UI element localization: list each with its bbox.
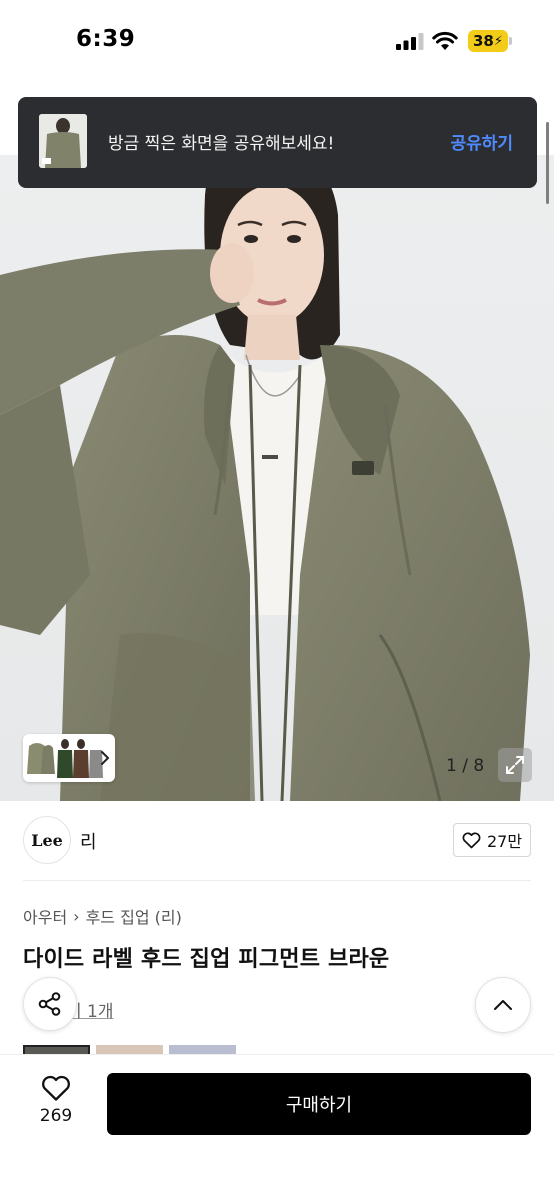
status-bar: 6:39 38 ⚡ bbox=[0, 0, 554, 92]
share-now-button[interactable]: 공유하기 bbox=[450, 129, 513, 154]
toast-message: 방금 찍은 화면을 공유해보세요! bbox=[108, 134, 335, 154]
battery-charging-icon: 38 ⚡ bbox=[468, 30, 508, 52]
color-variants-button[interactable] bbox=[23, 734, 115, 782]
heart-outline-icon bbox=[42, 1075, 70, 1101]
share-button[interactable] bbox=[23, 977, 77, 1031]
brand-like-button[interactable]: 27만 bbox=[453, 823, 531, 857]
share-toast: 방금 찍은 화면을 공유해보세요! 공유하기 bbox=[18, 97, 537, 188]
brand-logo[interactable]: Lee bbox=[23, 816, 71, 864]
breadcrumb-separator-icon: › bbox=[73, 906, 80, 926]
heart-outline-icon bbox=[462, 832, 481, 848]
battery-tip bbox=[509, 37, 512, 45]
brand-name-link[interactable]: 리 bbox=[80, 828, 97, 854]
screenshot-preview-icon bbox=[39, 114, 87, 168]
expand-icon bbox=[506, 756, 524, 774]
chevron-up-icon bbox=[494, 1000, 512, 1010]
scroll-to-top-button[interactable] bbox=[475, 977, 531, 1033]
wishlist-button[interactable]: 269 bbox=[28, 1075, 84, 1135]
brand-like-count: 27만 bbox=[486, 832, 523, 851]
product-title: 다이드 라벨 후드 집업 피그먼트 브라운 bbox=[23, 947, 390, 972]
buy-button[interactable]: 구매하기 bbox=[107, 1073, 531, 1135]
battery-level: 38 bbox=[472, 32, 494, 50]
share-icon bbox=[38, 992, 61, 1016]
brand-logo-text: Lee bbox=[31, 830, 63, 850]
breadcrumb: 아우터 › 후드 집업 (리) bbox=[23, 904, 182, 928]
product-image[interactable] bbox=[0, 155, 554, 801]
screenshot-thumbnail[interactable] bbox=[39, 114, 87, 168]
scrollbar[interactable] bbox=[546, 122, 549, 204]
charging-bolt-icon: ⚡ bbox=[493, 33, 503, 49]
image-page-counter: 1 / 8 bbox=[446, 756, 485, 776]
buy-button-label: 구매하기 bbox=[285, 1095, 353, 1116]
cellular-signal-icon bbox=[396, 33, 424, 50]
breadcrumb-category-hood-zipup[interactable]: 후드 집업 (리) bbox=[86, 904, 182, 928]
breadcrumb-category-outer[interactable]: 아우터 bbox=[23, 904, 67, 928]
wishlist-count: 269 bbox=[39, 1106, 73, 1126]
expand-image-button[interactable] bbox=[498, 748, 532, 782]
wifi-icon bbox=[432, 31, 458, 50]
chevron-right-icon bbox=[101, 751, 109, 765]
status-time: 6:39 bbox=[76, 26, 136, 52]
divider bbox=[23, 880, 531, 881]
product-photo-illustration bbox=[0, 155, 530, 801]
